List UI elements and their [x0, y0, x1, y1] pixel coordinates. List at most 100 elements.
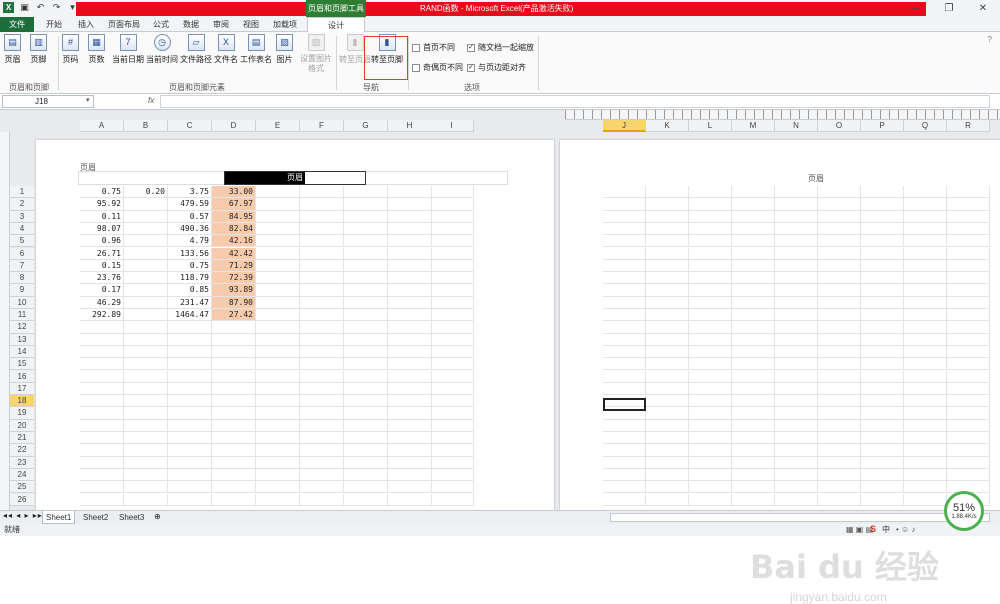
- cell[interactable]: [388, 272, 432, 285]
- cell[interactable]: [256, 272, 300, 285]
- cell[interactable]: [646, 333, 689, 346]
- cell[interactable]: 292.89: [80, 309, 124, 322]
- ime-chinese-icon[interactable]: 中: [882, 524, 890, 536]
- cell[interactable]: [689, 456, 732, 469]
- cell[interactable]: [904, 456, 947, 469]
- cell[interactable]: [430, 210, 474, 223]
- cell[interactable]: [646, 210, 689, 223]
- footer-button[interactable]: ▥ 页脚: [30, 34, 47, 65]
- cell[interactable]: [947, 382, 990, 396]
- cell[interactable]: [300, 468, 344, 482]
- undo-icon[interactable]: ↶: [35, 2, 46, 13]
- cell[interactable]: [124, 468, 168, 482]
- cell[interactable]: [124, 284, 168, 297]
- cell[interactable]: [212, 321, 256, 334]
- cell[interactable]: [689, 370, 732, 383]
- cell[interactable]: [300, 284, 344, 297]
- cell[interactable]: [904, 284, 947, 297]
- cell[interactable]: [861, 247, 904, 260]
- row-header-7[interactable]: 7: [10, 259, 34, 273]
- cell[interactable]: [732, 444, 775, 457]
- cell[interactable]: [603, 247, 646, 260]
- cell[interactable]: [344, 370, 388, 383]
- cell[interactable]: [300, 198, 344, 211]
- cell[interactable]: [430, 407, 474, 420]
- cell[interactable]: [732, 456, 775, 469]
- cell[interactable]: [775, 222, 818, 236]
- cell[interactable]: [168, 432, 212, 445]
- cell[interactable]: 27.42: [212, 309, 256, 322]
- cell[interactable]: [168, 395, 212, 408]
- cell[interactable]: [168, 493, 212, 506]
- row-header-11[interactable]: 11: [10, 309, 34, 322]
- cell[interactable]: [344, 432, 388, 445]
- cell[interactable]: [430, 333, 474, 346]
- tab-home[interactable]: 开始: [40, 17, 68, 32]
- cell[interactable]: [430, 370, 474, 383]
- cell[interactable]: [256, 186, 300, 199]
- cell[interactable]: [947, 259, 990, 273]
- cell[interactable]: [388, 296, 432, 309]
- cell[interactable]: [212, 444, 256, 457]
- cell[interactable]: [256, 333, 300, 346]
- cell[interactable]: [430, 358, 474, 371]
- cell[interactable]: [256, 456, 300, 469]
- cell[interactable]: [646, 247, 689, 260]
- cell[interactable]: 490.36: [168, 222, 212, 236]
- cell[interactable]: [775, 345, 818, 359]
- row-header-21[interactable]: 21: [10, 432, 34, 445]
- cell[interactable]: [775, 432, 818, 445]
- cell[interactable]: 26.71: [80, 247, 124, 260]
- cell[interactable]: [603, 456, 646, 469]
- cell[interactable]: [256, 358, 300, 371]
- checkbox-align-margins[interactable]: ✓ 与页边距对齐: [467, 62, 526, 73]
- cell[interactable]: [80, 382, 124, 396]
- cell[interactable]: [212, 358, 256, 371]
- sheet-tab-sheet2[interactable]: Sheet2: [80, 511, 111, 524]
- checkbox-scale-with-document[interactable]: ✓ 随文档一起缩放: [467, 42, 534, 53]
- cell[interactable]: 95.92: [80, 198, 124, 211]
- cell[interactable]: [603, 493, 646, 506]
- cell[interactable]: [344, 186, 388, 199]
- cell[interactable]: [168, 370, 212, 383]
- cell[interactable]: [124, 321, 168, 334]
- cell[interactable]: [689, 395, 732, 408]
- cell[interactable]: [80, 419, 124, 432]
- cell[interactable]: [168, 407, 212, 420]
- cell[interactable]: [947, 419, 990, 432]
- cell[interactable]: [80, 481, 124, 494]
- cell[interactable]: [689, 382, 732, 396]
- cell[interactable]: 0.20: [124, 186, 168, 199]
- tab-view[interactable]: 视图: [238, 17, 264, 32]
- cell[interactable]: [646, 198, 689, 211]
- cell[interactable]: [430, 198, 474, 211]
- cell[interactable]: [689, 309, 732, 322]
- cell[interactable]: [603, 296, 646, 309]
- cell[interactable]: [124, 432, 168, 445]
- cell[interactable]: [300, 210, 344, 223]
- formula-input[interactable]: [160, 95, 990, 108]
- cell[interactable]: [168, 456, 212, 469]
- sheet-nav-arrows-icon[interactable]: ◂◂ ◂ ▸ ▸▸: [3, 511, 43, 520]
- cell[interactable]: [732, 419, 775, 432]
- cell[interactable]: [430, 493, 474, 506]
- cell[interactable]: [732, 259, 775, 273]
- cell[interactable]: [344, 468, 388, 482]
- cell[interactable]: [775, 186, 818, 199]
- cell[interactable]: [947, 186, 990, 199]
- cell[interactable]: [861, 468, 904, 482]
- cell[interactable]: [775, 382, 818, 396]
- column-header-e[interactable]: E: [256, 120, 300, 132]
- cell[interactable]: [646, 222, 689, 236]
- cell[interactable]: [732, 345, 775, 359]
- cell[interactable]: [775, 444, 818, 457]
- cell[interactable]: [603, 198, 646, 211]
- column-header-g[interactable]: G: [344, 120, 388, 132]
- cell[interactable]: [168, 444, 212, 457]
- cell[interactable]: [603, 432, 646, 445]
- cell[interactable]: [388, 198, 432, 211]
- cell[interactable]: [689, 493, 732, 506]
- cell[interactable]: [300, 186, 344, 199]
- cell[interactable]: [344, 272, 388, 285]
- cell[interactable]: [904, 382, 947, 396]
